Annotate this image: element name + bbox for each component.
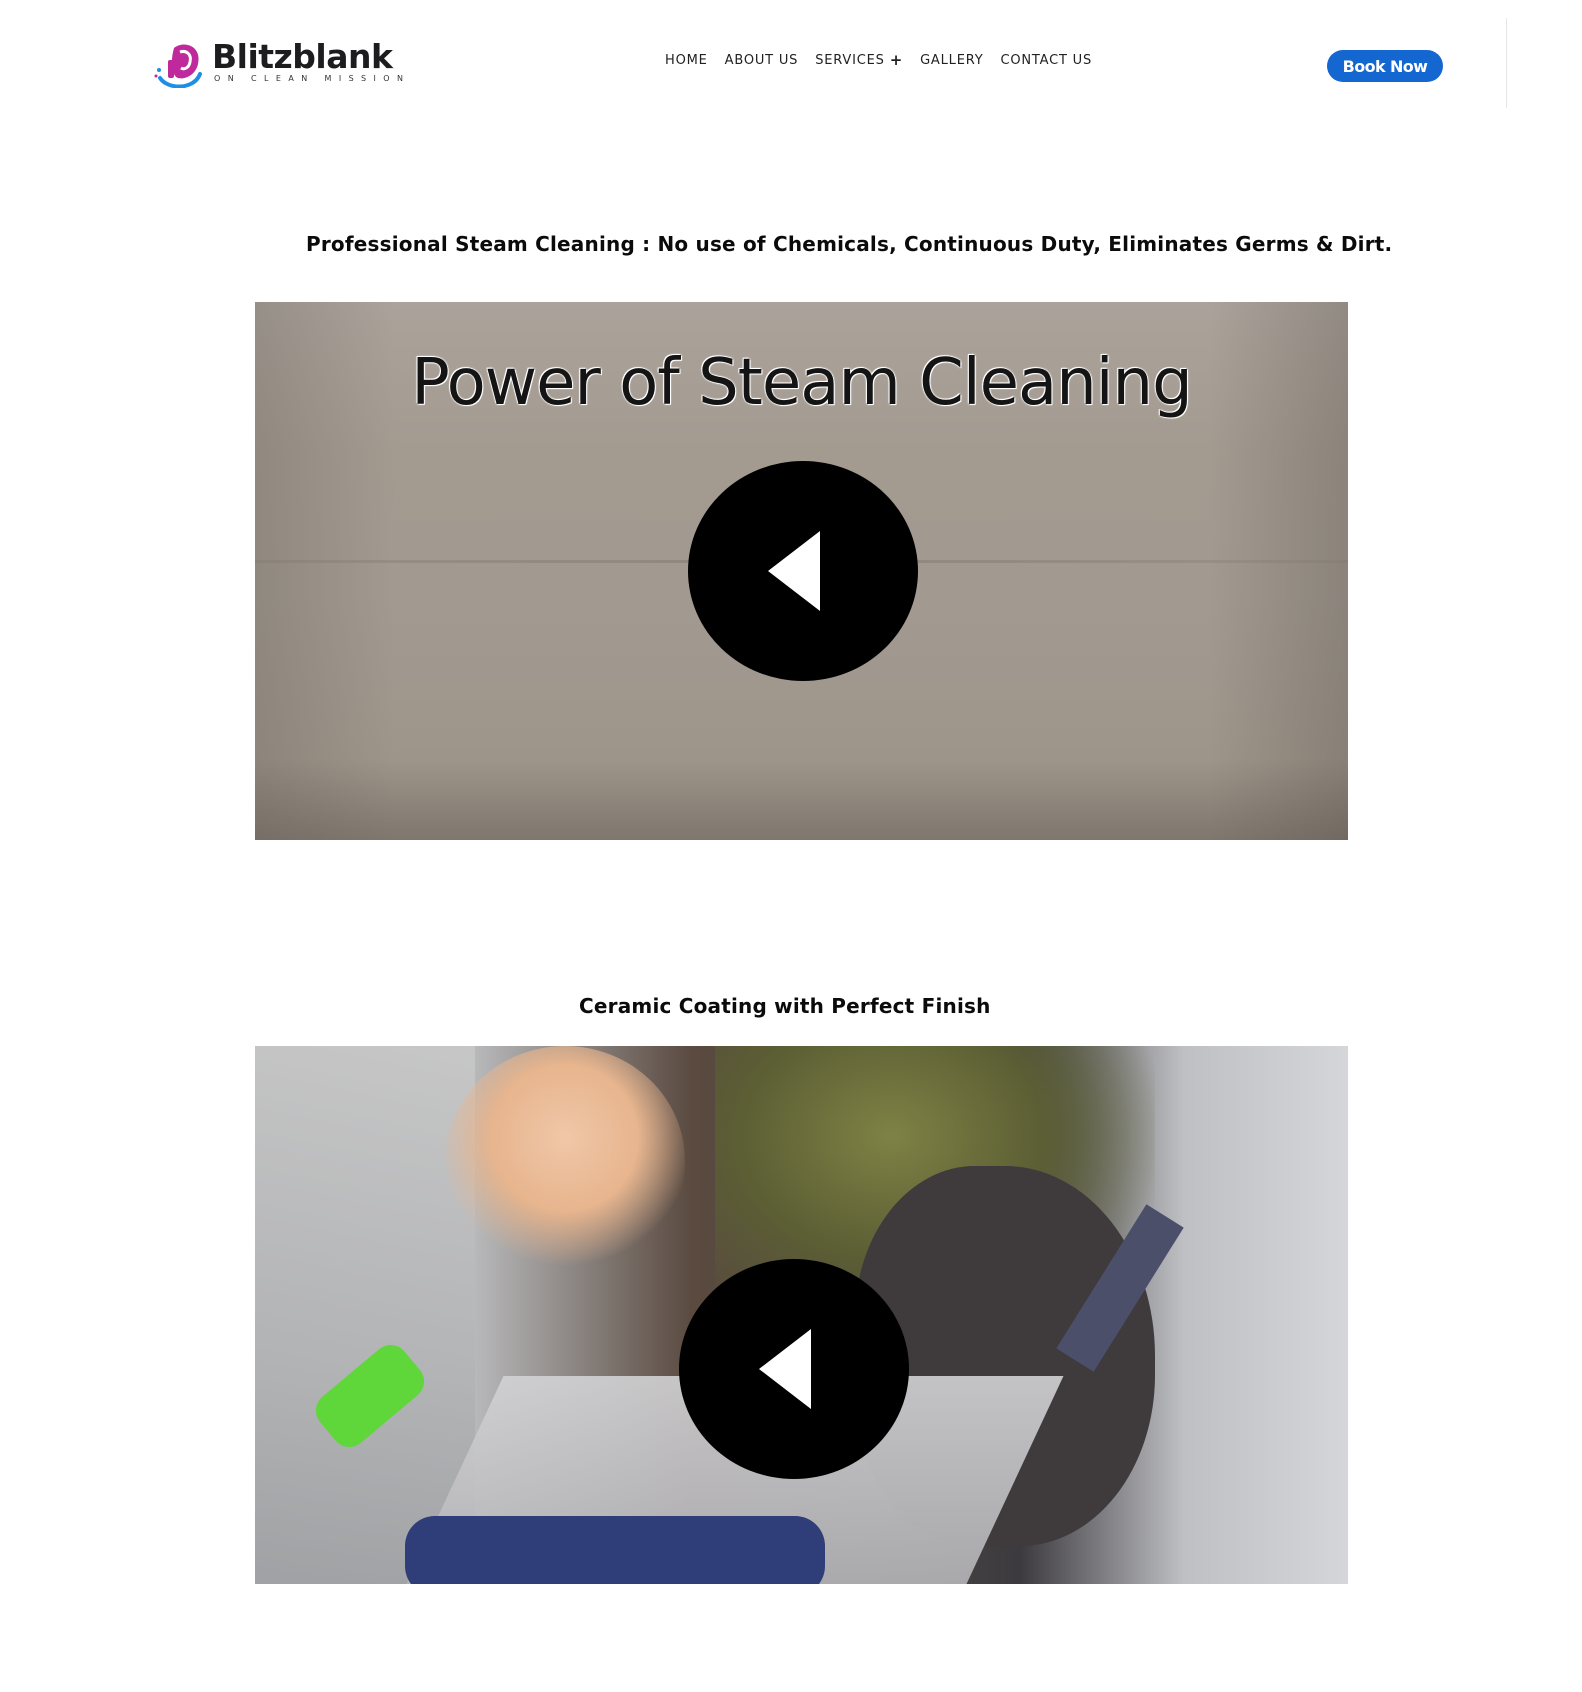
logo-wordmark: Blitzblank ON CLEAN MISSION xyxy=(212,40,410,84)
nav-about-us-label: ABOUT US xyxy=(724,53,799,68)
video-overlay-title: Power of Steam Cleaning xyxy=(411,346,1192,420)
site-header: Blitzblank ON CLEAN MISSION HOME ABOUT U… xyxy=(0,0,1582,120)
video-frame-detail xyxy=(255,1046,475,1584)
nav-about-us[interactable]: ABOUT US xyxy=(725,53,799,68)
play-button[interactable] xyxy=(688,461,918,681)
nav-contact-us[interactable]: CONTACT US xyxy=(1000,53,1092,68)
play-button[interactable] xyxy=(679,1259,909,1479)
plus-icon: + xyxy=(889,51,904,69)
nav-gallery[interactable]: GALLERY xyxy=(920,53,983,68)
play-icon xyxy=(759,1329,811,1409)
vacuum-logo-icon xyxy=(154,40,206,89)
nav-services-label: SERVICES xyxy=(815,53,885,68)
logo-name: Blitzblank xyxy=(212,37,393,76)
polisher-pad-detail xyxy=(445,1046,685,1276)
book-now-button[interactable]: Book Now xyxy=(1327,50,1443,82)
site-logo[interactable]: Blitzblank ON CLEAN MISSION xyxy=(154,40,410,89)
video-ceramic-coating[interactable] xyxy=(255,1046,1348,1584)
header-divider xyxy=(1506,18,1507,108)
section-title-steam-cleaning: Professional Steam Cleaning : No use of … xyxy=(306,232,1393,256)
logo-tagline: ON CLEAN MISSION xyxy=(214,74,411,83)
nav-services[interactable]: SERVICES + xyxy=(815,51,904,69)
nav-gallery-label: GALLERY xyxy=(920,53,984,68)
section-title-ceramic-coating: Ceramic Coating with Perfect Finish xyxy=(579,994,991,1018)
nav-home[interactable]: HOME xyxy=(665,53,708,68)
nav-contact-us-label: CONTACT US xyxy=(1000,53,1093,68)
play-icon xyxy=(768,531,820,611)
nav-home-label: HOME xyxy=(665,53,708,68)
video-steam-cleaning[interactable]: Power of Steam Cleaning xyxy=(255,302,1348,840)
video-frame-detail xyxy=(405,1516,825,1584)
main-nav: HOME ABOUT US SERVICES + GALLERY CONTACT… xyxy=(665,51,1109,69)
